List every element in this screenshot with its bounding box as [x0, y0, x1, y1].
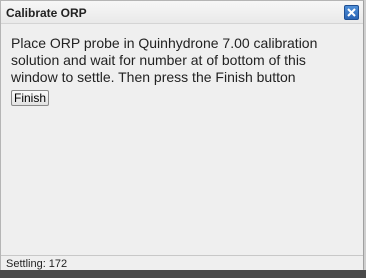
dialog-content: Place ORP probe in Quinhydrone 7.00 cali…	[11, 35, 351, 107]
close-icon	[347, 8, 356, 17]
close-button[interactable]	[344, 5, 359, 20]
instruction-text: Place ORP probe in Quinhydrone 7.00 cali…	[11, 35, 318, 85]
title-bar: Calibrate ORP	[1, 1, 363, 24]
status-bar: Settling: 172	[1, 255, 363, 270]
background-strip	[0, 270, 366, 278]
dialog-title: Calibrate ORP	[6, 6, 87, 20]
settling-status: Settling: 172	[6, 258, 68, 270]
finish-button[interactable]: Finish	[11, 90, 50, 106]
calibrate-orp-dialog: Calibrate ORP Place ORP probe in Quinhyd…	[0, 0, 364, 270]
